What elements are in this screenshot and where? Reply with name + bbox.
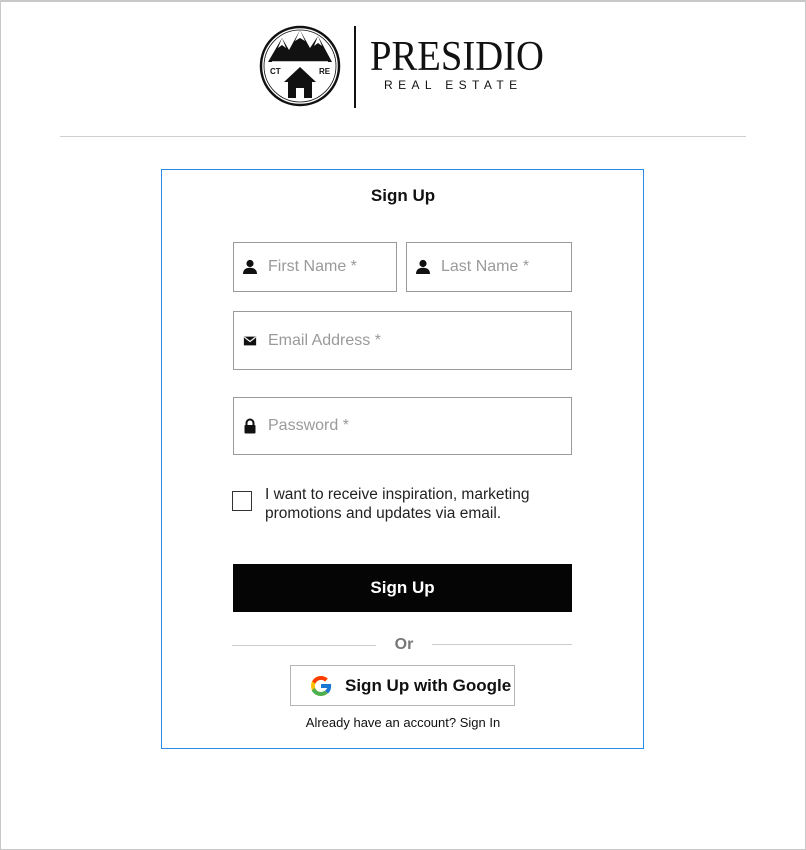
- lock-icon: [242, 418, 258, 434]
- or-divider-line-right: [432, 644, 572, 645]
- brand-name: PRESIDIO: [370, 34, 544, 80]
- google-g-icon: [311, 675, 332, 696]
- svg-text:RE: RE: [319, 67, 331, 76]
- sign-in-link[interactable]: Sign In: [460, 715, 500, 730]
- brand-tagline: REAL ESTATE: [384, 78, 523, 92]
- first-name-field[interactable]: [233, 242, 397, 292]
- marketing-consent: I want to receive inspiration, marketing…: [232, 485, 572, 523]
- person-icon: [242, 259, 258, 275]
- form-title: Sign Up: [370, 186, 436, 205]
- brand-logo[interactable]: CT RE PRESIDIO REAL ESTATE: [258, 24, 558, 110]
- svg-text:CT: CT: [270, 67, 281, 76]
- person-icon: [415, 259, 431, 275]
- last-name-input[interactable]: [441, 258, 571, 276]
- header-divider: [60, 136, 746, 137]
- password-input[interactable]: [268, 417, 571, 435]
- marketing-consent-label[interactable]: I want to receive inspiration, marketing…: [265, 485, 572, 523]
- google-sign-up-button[interactable]: Sign Up with Google: [290, 665, 515, 706]
- sign-in-prompt-text: Already have an account?: [305, 715, 457, 730]
- last-name-field[interactable]: [406, 242, 572, 292]
- password-field[interactable]: [233, 397, 572, 455]
- or-divider-line-left: [232, 645, 376, 646]
- sign-up-button[interactable]: Sign Up: [233, 564, 572, 612]
- envelope-icon: [242, 333, 258, 349]
- logo-divider: [354, 26, 356, 108]
- email-input[interactable]: [268, 331, 571, 350]
- or-divider-label: Or: [394, 636, 414, 653]
- mountain-house-emblem-icon: CT RE: [259, 25, 341, 107]
- first-name-input[interactable]: [268, 258, 396, 276]
- email-field[interactable]: [233, 311, 572, 370]
- google-sign-up-label: Sign Up with Google: [345, 675, 512, 695]
- sign-in-prompt: Already have an account? Sign In: [0, 715, 806, 730]
- or-divider: Or: [232, 636, 572, 654]
- marketing-consent-checkbox[interactable]: [232, 491, 252, 511]
